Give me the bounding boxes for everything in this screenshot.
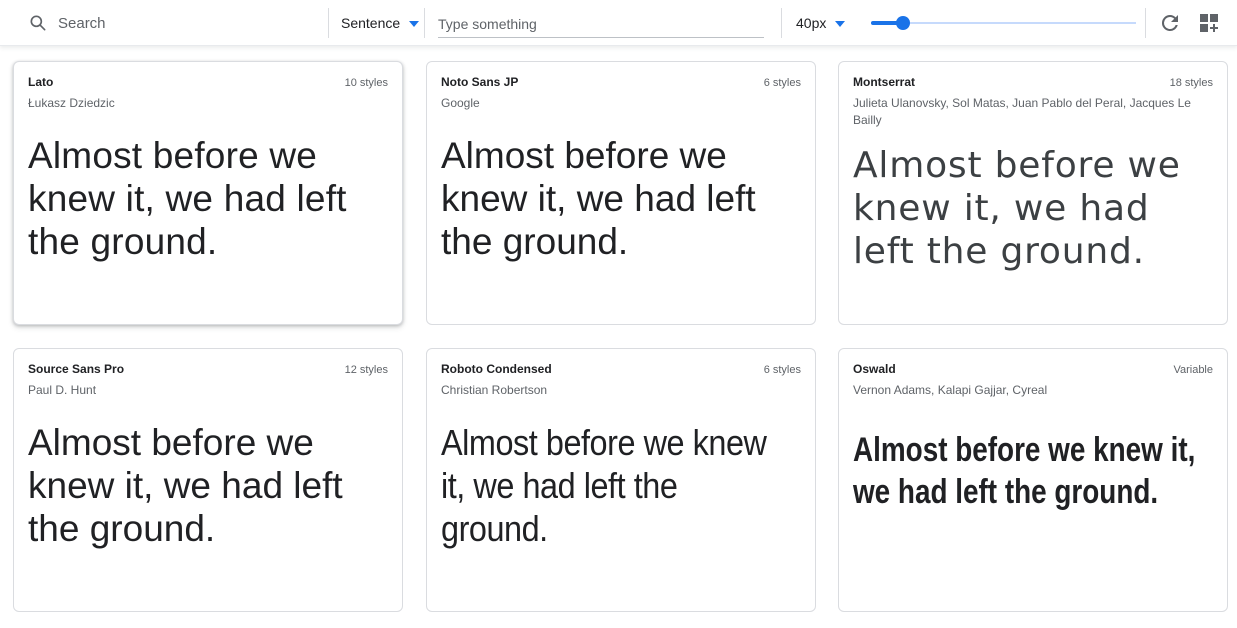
grid-add-icon[interactable] <box>1199 13 1219 33</box>
specimen-text: Almost before we knew it, we had left th… <box>28 422 343 549</box>
preview-mode-select[interactable]: Sentence <box>341 0 420 46</box>
styles-count: 18 styles <box>1169 77 1213 89</box>
font-card-lato[interactable]: Lato 10 styles Łukasz Dziedzic Almost be… <box>13 61 403 325</box>
designer-name: Łukasz Dziedzic <box>28 96 115 110</box>
font-card-montserrat[interactable]: Montserrat 18 styles Julieta Ulanovsky, … <box>838 61 1228 325</box>
specimen-text: Almost before we knew it, we had left th… <box>853 431 1196 511</box>
specimen-text: Almost before we knew it, we had left th… <box>853 145 1181 272</box>
divider <box>328 8 329 38</box>
specimen-text: Almost before we knew it, we had left th… <box>441 422 767 549</box>
designer-name: Julieta Ulanovsky, Sol Matas, Juan Pablo… <box>853 96 1191 127</box>
font-card-noto-sans-jp[interactable]: Noto Sans JP 6 styles Google Almost befo… <box>426 61 816 325</box>
specimen-text: Almost before we knew it, we had left th… <box>441 135 756 262</box>
chevron-down-icon <box>409 21 420 27</box>
font-name: Oswald <box>853 362 896 376</box>
font-name: Montserrat <box>853 75 916 89</box>
font-size-label: 40px <box>796 15 827 31</box>
type-something-field[interactable] <box>438 10 764 38</box>
styles-count: 6 styles <box>763 77 801 89</box>
designer-name: Google <box>441 96 480 110</box>
styles-count: 6 styles <box>763 364 801 376</box>
font-name: Roboto Condensed <box>441 362 552 376</box>
font-size-slider[interactable] <box>871 15 1136 31</box>
search-placeholder[interactable]: Search <box>58 15 106 32</box>
slider-thumb[interactable] <box>896 16 910 30</box>
designer-name: Vernon Adams, Kalapi Gajjar, Cyreal <box>853 383 1048 397</box>
font-name: Source Sans Pro <box>28 362 125 376</box>
toolbar: Search Sentence 40px <box>0 0 1237 46</box>
font-card-roboto-condensed[interactable]: Roboto Condensed 6 styles Christian Robe… <box>426 348 816 612</box>
divider <box>424 8 425 38</box>
designer-name: Paul D. Hunt <box>28 383 97 397</box>
divider <box>1145 8 1146 38</box>
preview-mode-label: Sentence <box>341 15 401 31</box>
divider <box>781 8 782 38</box>
font-card-oswald[interactable]: Oswald Variable Vernon Adams, Kalapi Gaj… <box>838 348 1228 612</box>
specimen-text: Almost before we knew it, we had left th… <box>28 135 347 262</box>
refresh-icon[interactable] <box>1158 11 1182 35</box>
styles-count: Variable <box>1173 364 1213 376</box>
font-name: Noto Sans JP <box>441 75 519 89</box>
font-size-select[interactable]: 40px <box>796 0 846 46</box>
styles-count: 10 styles <box>344 77 388 89</box>
font-card-source-sans-pro[interactable]: Source Sans Pro 12 styles Paul D. Hunt A… <box>13 348 403 612</box>
search-box[interactable]: Search <box>28 0 328 46</box>
chevron-down-icon <box>835 21 846 27</box>
designer-name: Christian Robertson <box>441 383 548 397</box>
font-name: Lato <box>28 75 54 89</box>
styles-count: 12 styles <box>344 364 388 376</box>
type-something-input[interactable] <box>438 15 764 32</box>
search-icon <box>30 15 46 31</box>
slider-track <box>871 22 1136 24</box>
